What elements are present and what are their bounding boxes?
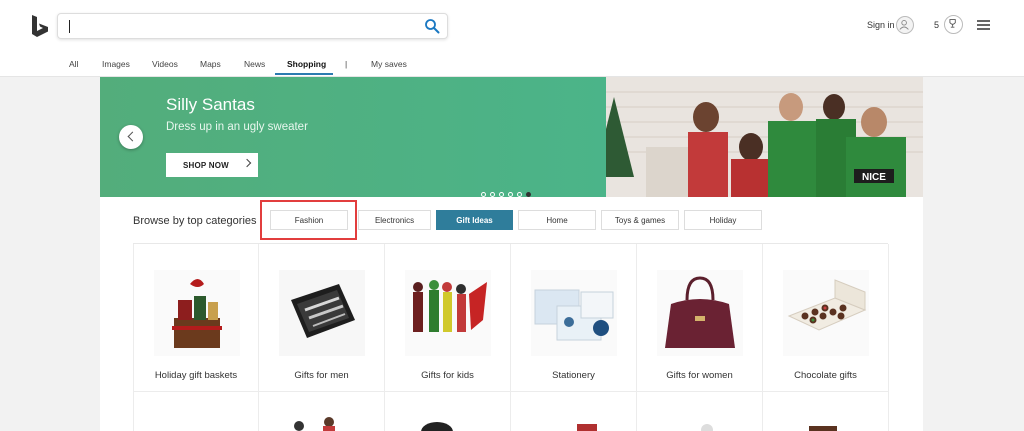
tab-images[interactable]: Images (102, 59, 130, 69)
rewards-trophy-icon[interactable] (944, 15, 963, 34)
bing-logo-icon[interactable] (30, 14, 50, 38)
chevron-left-icon (127, 131, 138, 142)
tab-my-saves[interactable]: My saves (371, 59, 407, 69)
vertical-nav: All Images Videos Maps News Shopping | M… (0, 56, 1024, 76)
user-avatar-icon[interactable] (896, 16, 914, 34)
sign-in-link[interactable]: Sign in (867, 20, 895, 30)
category-tile-partial[interactable] (133, 392, 259, 431)
category-panel: Browse by top categories Fashion Electro… (100, 197, 923, 431)
tab-news[interactable]: News (244, 59, 265, 69)
category-tile[interactable]: Gifts for men (259, 244, 385, 392)
browse-categories-label: Browse by top categories (133, 215, 257, 227)
banner-subtitle: Dress up in an ugly sweater (166, 121, 308, 133)
product-image-partial (577, 424, 597, 431)
search-box[interactable] (57, 13, 448, 39)
carousel-dots (481, 184, 535, 197)
active-tab-underline (275, 73, 333, 75)
banner-title: Silly Santas (166, 95, 255, 114)
category-holiday-button[interactable]: Holiday (684, 210, 762, 230)
action-figures-image (405, 270, 491, 356)
product-image-partial (294, 417, 335, 431)
gift-basket-image (154, 270, 240, 356)
ugly-sweater-group-photo: NICE (606, 77, 923, 197)
category-tile-label: Gifts for women (666, 370, 733, 381)
nav-separator: | (345, 59, 348, 69)
rewards-count: 5 (934, 20, 940, 30)
svg-text:NICE: NICE (862, 172, 886, 183)
category-tile-partial[interactable] (511, 392, 637, 431)
category-tile-label: Gifts for kids (421, 370, 474, 381)
category-toys-games-button[interactable]: Toys & games (601, 210, 679, 230)
category-tile[interactable]: Stationery (511, 244, 637, 392)
tab-maps[interactable]: Maps (200, 59, 221, 69)
search-icon[interactable] (424, 18, 440, 34)
category-tile[interactable]: Chocolate gifts (763, 244, 889, 392)
category-tile[interactable]: Gifts for women (637, 244, 763, 392)
category-gift-ideas-button[interactable]: Gift Ideas (436, 210, 513, 230)
category-tile-partial[interactable] (637, 392, 763, 431)
chocolate-box-image (783, 270, 869, 356)
grooming-kit-image (279, 270, 365, 356)
category-tile-partial[interactable] (385, 392, 511, 431)
annotation-highlight-box (260, 200, 357, 240)
category-tile-label: Stationery (552, 370, 595, 381)
hamburger-menu-icon[interactable] (977, 20, 990, 30)
category-tile-label: Holiday gift baskets (154, 370, 238, 381)
top-header: Sign in 5 All Images Videos Maps News Sh… (0, 0, 1024, 77)
tab-videos[interactable]: Videos (152, 59, 178, 69)
product-image-partial (421, 422, 453, 431)
chevron-right-icon (242, 158, 252, 168)
category-home-button[interactable]: Home (518, 210, 596, 230)
search-input[interactable] (66, 17, 416, 35)
category-tile[interactable]: Gifts for kids (385, 244, 511, 392)
hero-banner: Silly Santas Dress up in an ugly sweater… (100, 77, 923, 197)
stationery-cards-image (531, 270, 617, 356)
category-tile-partial[interactable] (763, 392, 889, 431)
category-tile[interactable]: Holiday gift baskets (133, 244, 259, 392)
category-tile-label: Chocolate gifts (794, 370, 857, 381)
shop-now-button[interactable]: SHOP NOW (166, 153, 258, 177)
product-image-partial (701, 424, 713, 431)
handbag-image (657, 270, 743, 356)
tab-all[interactable]: All (69, 59, 78, 69)
product-image-partial (809, 426, 837, 431)
category-electronics-button[interactable]: Electronics (358, 210, 431, 230)
carousel-prev-button[interactable] (119, 125, 143, 149)
gift-category-grid: Holiday gift baskets Gifts for men Gifts… (133, 243, 889, 431)
tab-shopping[interactable]: Shopping (287, 59, 326, 69)
category-tile-label: Gifts for men (294, 370, 349, 381)
category-tile-partial[interactable] (259, 392, 385, 431)
shop-now-label: SHOP NOW (183, 160, 229, 170)
